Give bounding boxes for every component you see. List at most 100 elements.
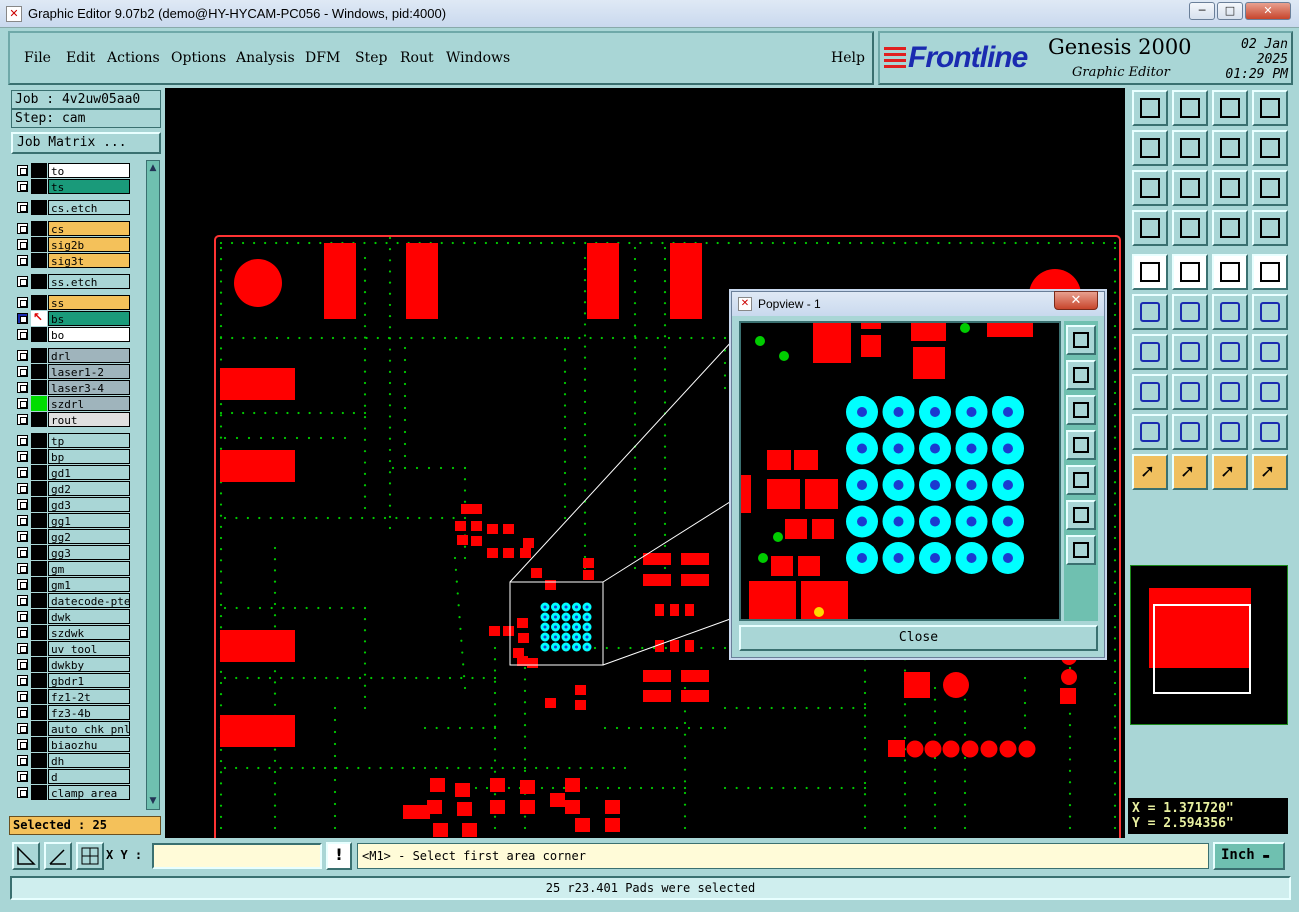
layer-status-icon[interactable] bbox=[31, 433, 47, 448]
layer-name[interactable]: ss bbox=[48, 295, 130, 310]
layer-row-rout[interactable]: rout bbox=[12, 412, 140, 427]
layer-name[interactable]: sig3t bbox=[48, 253, 130, 268]
menu-rout[interactable]: Rout bbox=[400, 50, 434, 66]
layer-checkbox[interactable] bbox=[17, 181, 28, 192]
layer-row-laser3-4[interactable]: laser3-4 bbox=[12, 380, 140, 395]
layer-row-laser1-2[interactable]: laser1-2 bbox=[12, 364, 140, 379]
layer-row-cs[interactable]: cs bbox=[12, 221, 140, 236]
pointer-button[interactable]: ➚ bbox=[1132, 454, 1168, 490]
layer-name[interactable]: gg1 bbox=[48, 513, 130, 528]
triangle-edit-button[interactable] bbox=[1132, 414, 1168, 450]
layer-status-icon[interactable] bbox=[31, 412, 47, 427]
menu-dfm[interactable]: DFM bbox=[305, 50, 340, 66]
layer-name[interactable]: szdwk bbox=[48, 625, 130, 640]
layer-status-icon[interactable] bbox=[31, 295, 47, 310]
layer-row-uv_tool[interactable]: uv_tool bbox=[12, 641, 140, 656]
layer-status-icon[interactable] bbox=[31, 163, 47, 178]
layer-name[interactable]: clamp_area bbox=[48, 785, 130, 800]
undo-view-button[interactable] bbox=[1212, 130, 1248, 166]
layer-status-icon[interactable] bbox=[31, 274, 47, 289]
layer-checkbox[interactable] bbox=[17, 563, 28, 574]
layer-row-sig2b[interactable]: sig2b bbox=[12, 237, 140, 252]
snap-button[interactable] bbox=[1252, 130, 1288, 166]
menu-windows[interactable]: Windows bbox=[446, 50, 510, 66]
layer-status-icon[interactable] bbox=[31, 609, 47, 624]
close-button[interactable]: ✕ bbox=[1245, 2, 1291, 20]
layer-checkbox[interactable] bbox=[17, 739, 28, 750]
layer-checkbox[interactable] bbox=[17, 451, 28, 462]
layer-row-szdwk[interactable]: szdwk bbox=[12, 625, 140, 640]
layer-checkbox[interactable] bbox=[17, 611, 28, 622]
menu-step[interactable]: Step bbox=[355, 50, 387, 66]
layer-row-dh[interactable]: dh bbox=[12, 753, 140, 768]
popview-canvas[interactable] bbox=[739, 321, 1061, 621]
layer-checkbox[interactable] bbox=[17, 627, 28, 638]
layer-checkbox[interactable] bbox=[17, 297, 28, 308]
layer-name[interactable]: bo bbox=[48, 327, 130, 342]
layer-checkbox[interactable] bbox=[17, 531, 28, 542]
pan-right-button[interactable] bbox=[1172, 130, 1208, 166]
menu-file[interactable]: File bbox=[24, 50, 51, 66]
layer-checkbox[interactable] bbox=[17, 771, 28, 782]
pv-pan-right-button[interactable] bbox=[1066, 465, 1096, 495]
layer-row-bs[interactable]: ↖ bs bbox=[12, 310, 140, 326]
pan-left-button[interactable] bbox=[1132, 130, 1168, 166]
layer-checkbox[interactable] bbox=[17, 515, 28, 526]
layer-status-icon[interactable] bbox=[31, 179, 47, 194]
unit-select[interactable]: Inch ▬ bbox=[1213, 842, 1285, 870]
layer-row-sig3t[interactable]: sig3t bbox=[12, 253, 140, 268]
group-button[interactable] bbox=[1252, 374, 1288, 410]
layer-row-fz1-2t[interactable]: fz1-2t bbox=[12, 689, 140, 704]
pv-fit-button[interactable] bbox=[1066, 500, 1096, 530]
popview-window[interactable]: ✕ Popview - 1 ✕ Close bbox=[731, 291, 1105, 658]
zoom-home-button[interactable] bbox=[1132, 90, 1168, 126]
layer-name[interactable]: sig2b bbox=[48, 237, 130, 252]
layer-status-icon[interactable] bbox=[31, 657, 47, 672]
layer-checkbox[interactable] bbox=[17, 313, 28, 324]
layer-scrollbar[interactable]: ▲ ▼ bbox=[146, 160, 160, 810]
layer-checkbox[interactable] bbox=[17, 366, 28, 377]
zoom-out-button[interactable] bbox=[1172, 90, 1208, 126]
layer-status-icon[interactable] bbox=[31, 348, 47, 363]
minimap[interactable] bbox=[1130, 565, 1288, 725]
layer-checkbox[interactable] bbox=[17, 329, 28, 340]
arc-edit-button[interactable] bbox=[1172, 414, 1208, 450]
minimize-button[interactable]: ─ bbox=[1189, 2, 1215, 20]
menu-analysis[interactable]: Analysis bbox=[236, 50, 295, 66]
layer-row-ss.etch[interactable]: ss.etch bbox=[12, 274, 140, 289]
layer-status-icon[interactable] bbox=[31, 561, 47, 576]
window-titlebar[interactable]: ✕ Graphic Editor 9.07b2 (demo@HY-HYCAM-P… bbox=[0, 0, 1299, 28]
layer-status-icon[interactable] bbox=[31, 221, 47, 236]
layer-name[interactable]: gg3 bbox=[48, 545, 130, 560]
angle-tool-button[interactable] bbox=[44, 842, 72, 870]
layer-row-d[interactable]: d bbox=[12, 769, 140, 784]
xy-input[interactable] bbox=[152, 843, 322, 869]
layer-status-icon[interactable] bbox=[31, 705, 47, 720]
layer-status-icon[interactable] bbox=[31, 673, 47, 688]
help-query-button[interactable] bbox=[1252, 170, 1288, 206]
layer-row-gd1[interactable]: gd1 bbox=[12, 465, 140, 480]
layer-name[interactable]: gm1 bbox=[48, 577, 130, 592]
layer-checkbox[interactable] bbox=[17, 202, 28, 213]
layer-checkbox[interactable] bbox=[17, 414, 28, 425]
layer-checkbox[interactable] bbox=[17, 595, 28, 606]
rotate-button[interactable] bbox=[1212, 334, 1248, 370]
layer-red-1-button[interactable] bbox=[1212, 210, 1248, 246]
grid-toggle-button[interactable] bbox=[1172, 210, 1208, 246]
layer-row-datecode-pte[interactable]: datecode-pte bbox=[12, 593, 140, 608]
layer-name[interactable]: dwk bbox=[48, 609, 130, 624]
layer-name[interactable]: gd1 bbox=[48, 465, 130, 480]
layer-checkbox[interactable] bbox=[17, 467, 28, 478]
layer-name[interactable]: d bbox=[48, 769, 130, 784]
layer-checkbox[interactable] bbox=[17, 435, 28, 446]
layer-row-gg1[interactable]: gg1 bbox=[12, 513, 140, 528]
menu-actions[interactable]: Actions bbox=[107, 50, 160, 66]
minimap-viewport[interactable] bbox=[1153, 604, 1251, 694]
center-button[interactable] bbox=[1172, 170, 1208, 206]
layer-row-ss[interactable]: ss bbox=[12, 295, 140, 310]
menu-help[interactable]: Help bbox=[831, 50, 865, 66]
layer-row-fz3-4b[interactable]: fz3-4b bbox=[12, 705, 140, 720]
layer-name[interactable]: rout bbox=[48, 412, 130, 427]
select-pad-button[interactable] bbox=[1132, 254, 1168, 290]
job-matrix-button[interactable]: Job Matrix ... bbox=[11, 132, 161, 154]
